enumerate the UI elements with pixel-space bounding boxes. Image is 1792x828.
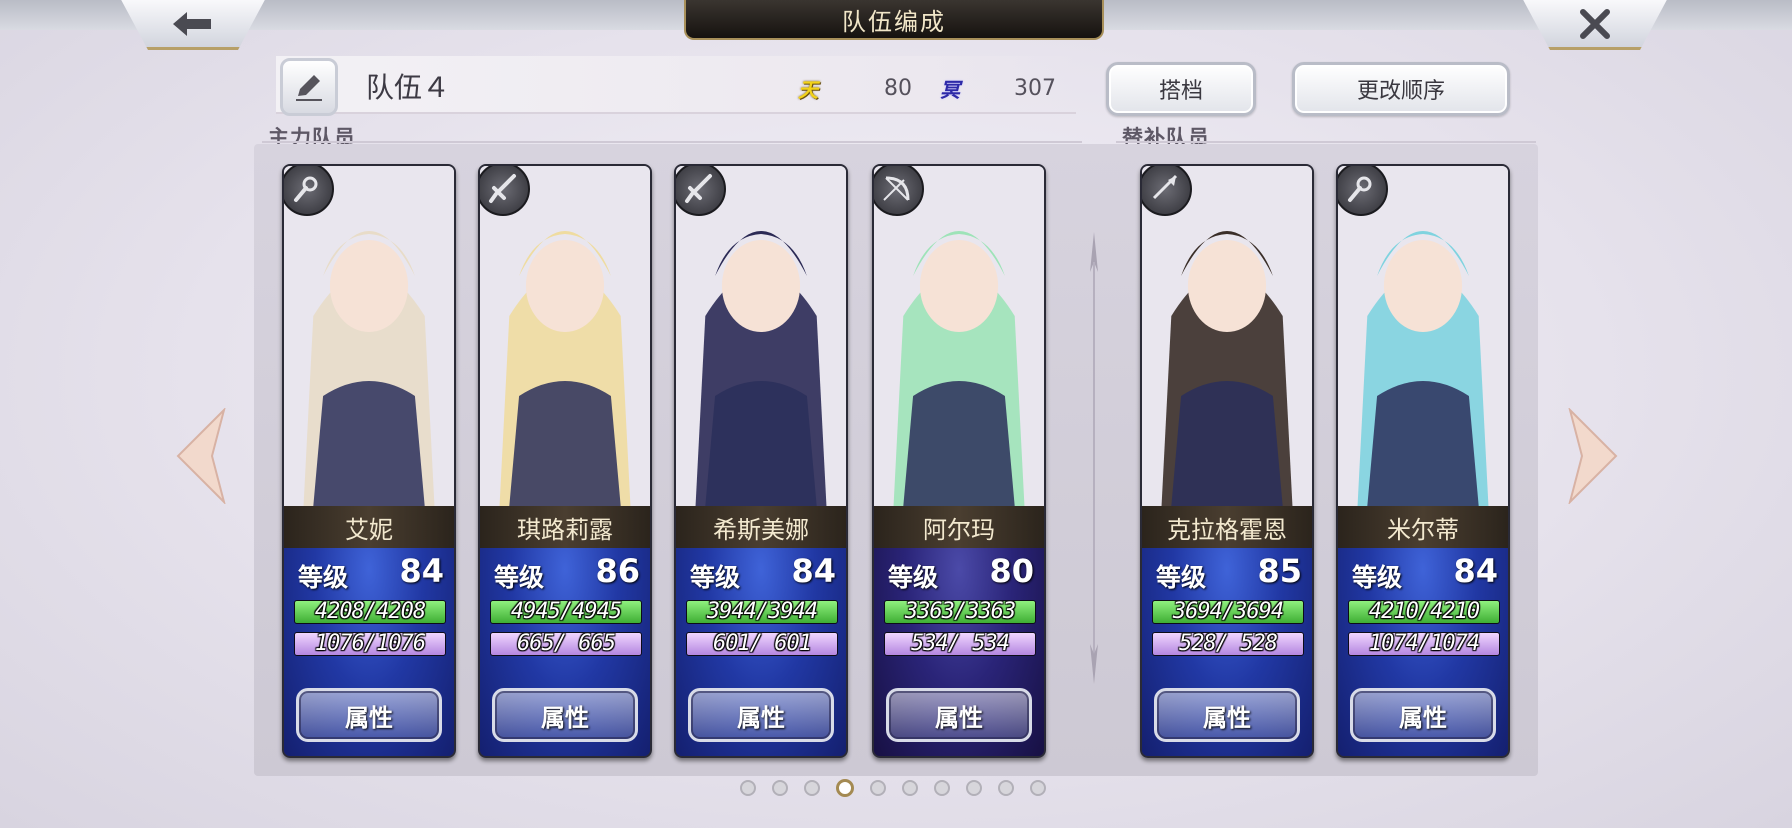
- mp-bar: 601/ 601: [686, 632, 838, 656]
- hp-value: 4208/4208: [314, 600, 426, 624]
- page-dot[interactable]: [966, 780, 982, 796]
- page-dot[interactable]: [772, 780, 788, 796]
- level-value: 80: [989, 552, 1034, 590]
- character-card[interactable]: 艾妮 等级 84 4208/4208 1076/1076 属性: [282, 164, 456, 758]
- hp-value: 3363/3363: [904, 600, 1016, 624]
- page-dot[interactable]: [934, 780, 950, 796]
- pen-icon: [296, 75, 322, 101]
- character-stats: 等级 80 3363/3363 534/ 534 属性: [874, 548, 1044, 756]
- character-portrait: [480, 166, 650, 506]
- mp-bar: 1074/1074: [1348, 632, 1500, 656]
- attributes-button[interactable]: 属性: [886, 688, 1032, 742]
- character-stats: 等级 84 4208/4208 1076/1076 属性: [284, 548, 454, 756]
- page-dot[interactable]: [836, 779, 854, 797]
- close-button[interactable]: [1520, 0, 1670, 50]
- rename-team-button[interactable]: [280, 58, 338, 116]
- section-divider: [1090, 232, 1098, 684]
- nether-badge: 冥: [940, 77, 960, 102]
- character-card[interactable]: 琪路莉露 等级 86 4945/4945 665/ 665 属性: [478, 164, 652, 758]
- hp-value: 3944/3944: [706, 600, 818, 624]
- arrow-left-icon: [173, 12, 211, 36]
- level-value: 84: [1453, 552, 1498, 590]
- close-icon: [1580, 9, 1610, 39]
- character-portrait: [284, 166, 454, 506]
- hp-value: 4210/4210: [1368, 600, 1480, 624]
- level-label: 等级: [494, 563, 545, 592]
- character-name: 克拉格霍恩: [1142, 506, 1312, 548]
- reorder-button[interactable]: 更改顺序: [1292, 62, 1510, 116]
- mp-bar: 1076/1076: [294, 632, 446, 656]
- character-name: 希斯美娜: [676, 506, 846, 548]
- mp-value: 534/ 534: [911, 632, 1010, 656]
- hp-bar: 4945/4945: [490, 600, 642, 624]
- reserve-members-line: [1116, 141, 1536, 143]
- page-dot[interactable]: [740, 780, 756, 796]
- page-dot[interactable]: [1030, 780, 1046, 796]
- heaven-badge: 天: [798, 77, 818, 102]
- mp-value: 1074/1074: [1368, 632, 1480, 656]
- page-dot[interactable]: [998, 780, 1014, 796]
- character-name: 米尔蒂: [1338, 506, 1508, 548]
- attributes-button[interactable]: 属性: [1350, 688, 1496, 742]
- hp-bar: 4208/4208: [294, 600, 446, 624]
- hp-bar: 3694/3694: [1152, 600, 1304, 624]
- mp-bar: 665/ 665: [490, 632, 642, 656]
- hp-value: 3694/3694: [1172, 600, 1284, 624]
- character-card[interactable]: 希斯美娜 等级 84 3944/3944 601/ 601 属性: [674, 164, 848, 758]
- nether-value: 307: [1014, 76, 1056, 101]
- page-dot[interactable]: [804, 780, 820, 796]
- character-name: 阿尔玛: [874, 506, 1044, 548]
- character-stats: 等级 86 4945/4945 665/ 665 属性: [480, 548, 650, 756]
- attributes-button[interactable]: 属性: [492, 688, 638, 742]
- team-pagination: [740, 779, 1046, 797]
- mp-value: 1076/1076: [314, 632, 426, 656]
- character-stats: 等级 84 4210/4210 1074/1074 属性: [1338, 548, 1508, 756]
- character-card[interactable]: 阿尔玛 等级 80 3363/3363 534/ 534 属性: [872, 164, 1046, 758]
- character-stats: 等级 85 3694/3694 528/ 528 属性: [1142, 548, 1312, 756]
- level-label: 等级: [1352, 563, 1403, 592]
- character-portrait: [676, 166, 846, 506]
- character-portrait: [1338, 166, 1508, 506]
- mp-value: 601/ 601: [713, 632, 812, 656]
- next-team-arrow-icon[interactable]: [1568, 408, 1620, 504]
- mp-bar: 534/ 534: [884, 632, 1036, 656]
- level-value: 84: [791, 552, 836, 590]
- level-label: 等级: [1156, 563, 1207, 592]
- team-name: 队伍４: [366, 71, 451, 104]
- mp-bar: 528/ 528: [1152, 632, 1304, 656]
- character-stats: 等级 84 3944/3944 601/ 601 属性: [676, 548, 846, 756]
- attributes-button[interactable]: 属性: [296, 688, 442, 742]
- mp-value: 665/ 665: [517, 632, 616, 656]
- character-card[interactable]: 克拉格霍恩 等级 85 3694/3694 528/ 528 属性: [1140, 164, 1314, 758]
- character-portrait: [1142, 166, 1312, 506]
- hp-value: 4945/4945: [510, 600, 622, 624]
- heaven-value: 80: [884, 76, 912, 101]
- level-label: 等级: [888, 563, 939, 592]
- character-card[interactable]: 米尔蒂 等级 84 4210/4210 1074/1074 属性: [1336, 164, 1510, 758]
- level-value: 84: [399, 552, 444, 590]
- hp-bar: 3944/3944: [686, 600, 838, 624]
- back-button[interactable]: [118, 0, 268, 50]
- level-value: 85: [1257, 552, 1302, 590]
- main-members-line: [262, 141, 1082, 143]
- hp-bar: 4210/4210: [1348, 600, 1500, 624]
- partner-button[interactable]: 搭档: [1106, 62, 1256, 116]
- page-title: 队伍编成: [684, 0, 1104, 40]
- page-dot[interactable]: [902, 780, 918, 796]
- attributes-button[interactable]: 属性: [1154, 688, 1300, 742]
- character-portrait: [874, 166, 1044, 506]
- character-name: 琪路莉露: [480, 506, 650, 548]
- level-value: 86: [595, 552, 640, 590]
- mp-value: 528/ 528: [1179, 632, 1278, 656]
- page-dot[interactable]: [870, 780, 886, 796]
- hp-bar: 3363/3363: [884, 600, 1036, 624]
- attributes-button[interactable]: 属性: [688, 688, 834, 742]
- prev-team-arrow-icon[interactable]: [174, 408, 226, 504]
- level-label: 等级: [298, 563, 349, 592]
- level-label: 等级: [690, 563, 741, 592]
- character-name: 艾妮: [284, 506, 454, 548]
